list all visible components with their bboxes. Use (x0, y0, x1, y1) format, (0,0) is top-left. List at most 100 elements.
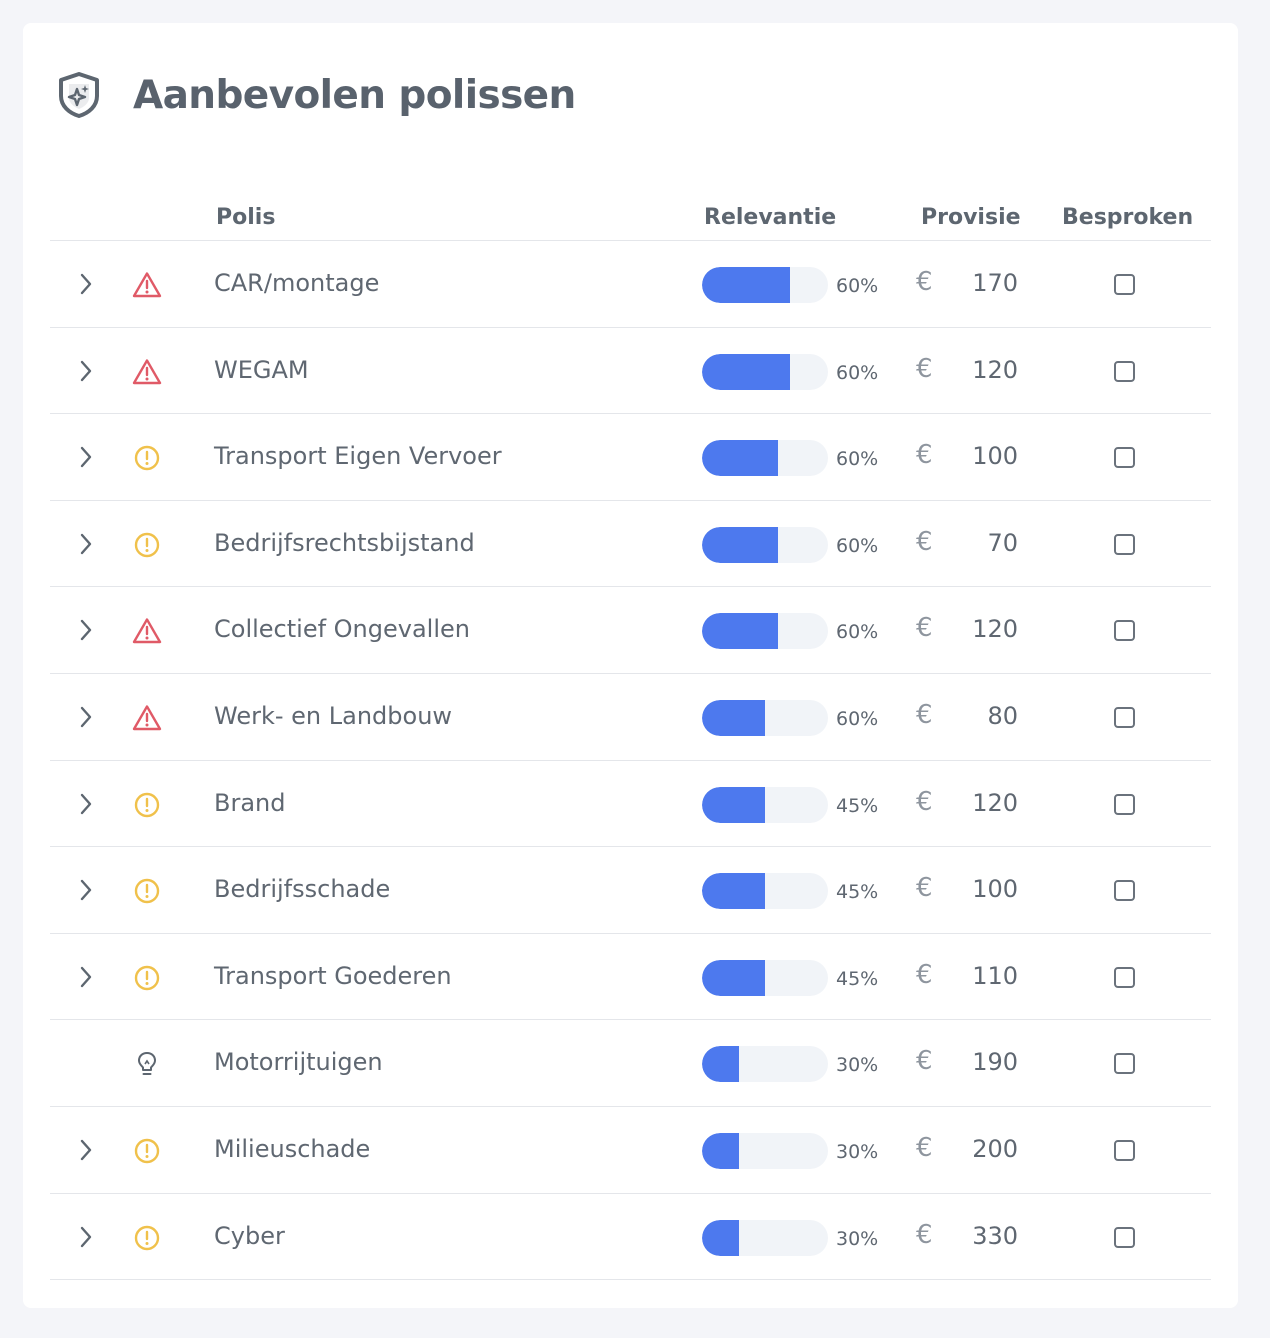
euro-sign: € (916, 1132, 933, 1163)
discussed-checkbox[interactable] (1114, 620, 1135, 642)
discussed-checkbox[interactable] (1114, 1139, 1135, 1161)
relevance-bar-fill (702, 1219, 739, 1256)
relevance-bar-fill (702, 873, 765, 910)
alert-triangle-icon (132, 704, 162, 732)
column-header-besproken[interactable]: Besproken (1062, 205, 1193, 230)
discussed-checkbox[interactable] (1114, 793, 1135, 815)
commission-amount: 200 (972, 1134, 1018, 1163)
relevance-bar-fill (702, 526, 778, 563)
policy-name: Bedrijfsschade (214, 875, 391, 904)
chevron-right-icon[interactable] (78, 792, 94, 816)
euro-sign: € (916, 873, 933, 904)
relevance-percentage: 30% (836, 1227, 879, 1250)
relevance-bar (702, 873, 828, 910)
policy-table-body: CAR/montage 60% €170 WEGAM 60% €120 Transport … (50, 241, 1211, 1281)
commission-amount: 190 (972, 1048, 1018, 1077)
chevron-right-icon[interactable] (78, 878, 94, 902)
alert-circle-icon (132, 444, 162, 472)
chevron-right-icon[interactable] (78, 1138, 94, 1162)
table-row[interactable]: Brand 45% €120 (50, 761, 1211, 848)
relevance-percentage: 60% (836, 707, 879, 730)
discussed-checkbox[interactable] (1114, 880, 1135, 902)
policy-name: Cyber (214, 1221, 285, 1250)
chevron-right-icon[interactable] (78, 618, 94, 642)
policy-name: WEGAM (214, 355, 309, 384)
policy-name: Brand (214, 788, 286, 817)
relevance-percentage: 45% (836, 967, 879, 990)
relevance-percentage: 60% (836, 534, 879, 557)
chevron-right-icon[interactable] (78, 532, 94, 556)
shield-sparkle-icon (59, 72, 99, 118)
relevance-percentage: 60% (836, 621, 879, 644)
relevance-percentage: 60% (836, 275, 879, 297)
commission-amount: 100 (972, 442, 1018, 471)
relevance-bar (702, 526, 828, 563)
discussed-checkbox[interactable] (1114, 1226, 1135, 1248)
relevance-bar-fill (702, 613, 778, 650)
commission-amount: 120 (972, 615, 1018, 644)
table-row[interactable]: Cyber 30% €330 (50, 1194, 1211, 1281)
discussed-checkbox[interactable] (1114, 360, 1135, 382)
discussed-checkbox[interactable] (1114, 966, 1135, 988)
alert-circle-icon (132, 791, 162, 819)
recommended-policies-card: Aanbevolen polissen Polis Relevantie Pro… (23, 23, 1238, 1308)
alert-triangle-icon (132, 358, 162, 386)
table-row[interactable]: CAR/montage 60% €170 (50, 241, 1211, 328)
relevance-bar-fill (702, 440, 778, 477)
alert-triangle-icon (132, 271, 162, 299)
column-header-provisie[interactable]: Provisie (921, 205, 1021, 230)
commission-amount: 170 (972, 269, 1018, 297)
relevance-percentage: 30% (836, 1054, 879, 1077)
relevance-bar-fill (702, 786, 765, 823)
commission-amount: 120 (972, 355, 1018, 384)
chevron-right-icon[interactable] (78, 965, 94, 989)
discussed-checkbox[interactable] (1114, 1053, 1135, 1075)
table-row[interactable]: Motorrijtuigen 30% €190 (50, 1020, 1211, 1107)
chevron-right-icon[interactable] (78, 359, 94, 383)
relevance-bar-fill (702, 1132, 739, 1169)
chevron-right-icon[interactable] (78, 445, 94, 469)
table-row[interactable]: Bedrijfsrechtsbijstand 60% €70 (50, 501, 1211, 588)
chevron-right-icon[interactable] (78, 272, 94, 296)
relevance-bar (702, 699, 828, 736)
discussed-checkbox[interactable] (1114, 447, 1135, 469)
discussed-checkbox[interactable] (1114, 706, 1135, 728)
column-header-polis[interactable]: Polis (216, 205, 275, 230)
chevron-right-icon[interactable] (78, 1225, 94, 1249)
table-row[interactable]: Transport Goederen 45% €110 (50, 934, 1211, 1021)
table-row[interactable]: Werk- en Landbouw 60% €80 (50, 674, 1211, 761)
relevance-percentage: 45% (836, 794, 879, 817)
policy-name: Werk- en Landbouw (214, 701, 453, 730)
table-row[interactable]: Bedrijfsschade 45% €100 (50, 847, 1211, 934)
policy-name: CAR/montage (214, 269, 380, 297)
card-header: Aanbevolen polissen (55, 71, 576, 119)
euro-sign: € (916, 959, 933, 990)
euro-sign: € (916, 786, 933, 817)
relevance-bar-fill (702, 1046, 739, 1083)
chevron-right-icon[interactable] (78, 705, 94, 729)
discussed-checkbox[interactable] (1114, 533, 1135, 555)
table-row[interactable]: Milieuschade 30% €200 (50, 1107, 1211, 1194)
relevance-bar (702, 959, 828, 996)
table-row[interactable]: Collectief Ongevallen 60% €120 (50, 587, 1211, 674)
euro-sign: € (916, 526, 933, 557)
relevance-bar (702, 613, 828, 650)
table-row[interactable]: Transport Eigen Vervoer 60% €100 (50, 414, 1211, 501)
commission-amount: 110 (972, 961, 1018, 990)
policy-name: Transport Goederen (214, 961, 452, 990)
relevance-bar (702, 353, 828, 390)
page-title: Aanbevolen polissen (133, 72, 576, 118)
relevance-percentage: 30% (836, 1140, 879, 1163)
policy-name: Bedrijfsrechtsbijstand (214, 528, 475, 557)
commission-amount: 70 (987, 528, 1018, 557)
euro-sign: € (916, 699, 933, 730)
column-header-relevantie[interactable]: Relevantie (704, 205, 836, 230)
relevance-bar (702, 440, 828, 477)
table-row[interactable]: WEGAM 60% €120 (50, 328, 1211, 415)
policy-name: Milieuschade (214, 1134, 371, 1163)
alert-circle-icon (132, 964, 162, 992)
relevance-percentage: 60% (836, 448, 879, 471)
relevance-bar (702, 1046, 828, 1083)
discussed-checkbox[interactable] (1114, 274, 1135, 295)
alert-circle-icon (132, 531, 162, 559)
